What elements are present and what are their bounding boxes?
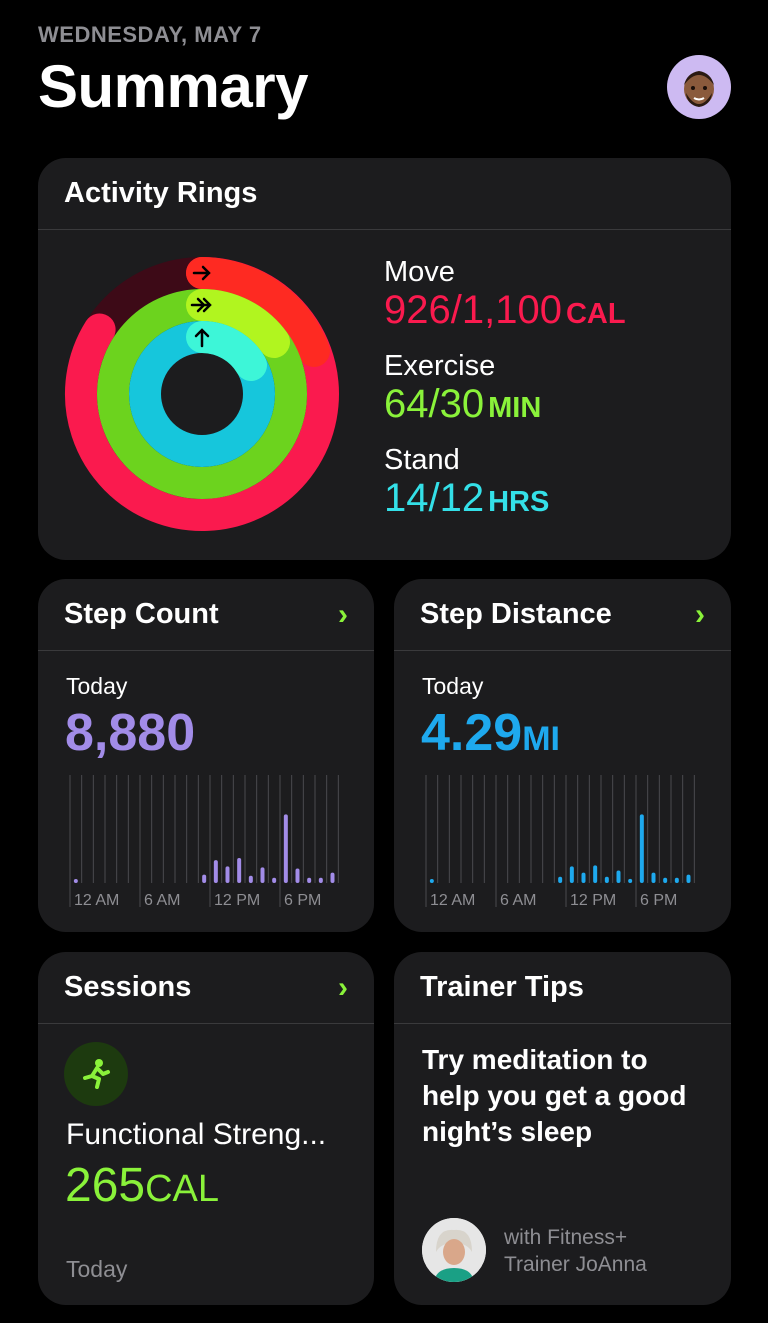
activity-rings-header: Activity Rings — [38, 158, 731, 230]
avatar[interactable] — [667, 55, 731, 119]
step-count-tick-label: 6 AM — [144, 892, 180, 909]
step-distance-bar — [639, 814, 644, 883]
step-count-bar — [318, 877, 323, 883]
step-distance-bar — [663, 877, 668, 883]
activity-rings-graphic — [65, 257, 339, 531]
step-distance-bar — [429, 879, 434, 883]
stand-stat: Stand 14/12 HRS — [384, 444, 626, 524]
step-distance-period: Today — [422, 673, 484, 699]
sessions-card[interactable]: Sessions › Functional Streng... 265CAL T… — [38, 952, 374, 1305]
step-distance-bar — [628, 878, 633, 883]
session-date: Today — [66, 1256, 128, 1282]
step-count-value: 8,880 — [65, 704, 196, 762]
step-distance-unit: MI — [522, 720, 560, 758]
step-count-tick-label: 12 AM — [74, 892, 119, 909]
step-count-period: Today — [66, 673, 128, 699]
step-count-bar — [248, 875, 253, 883]
step-count-bar — [283, 814, 288, 883]
chevron-right-icon[interactable]: › — [338, 971, 348, 1005]
move-unit: CAL — [565, 298, 626, 330]
step-count-bar — [73, 879, 78, 883]
session-workout-name: Functional Streng... — [66, 1118, 327, 1151]
step-count-bar — [307, 877, 312, 883]
move-stat: Move 926/1,100 CAL — [384, 256, 626, 336]
stand-label: Stand — [384, 444, 460, 476]
functional-strength-icon — [64, 1042, 128, 1106]
step-distance-bar — [616, 870, 621, 883]
step-count-bar — [225, 866, 230, 883]
session-calories: 265 — [65, 1159, 146, 1212]
exercise-stat: Exercise 64/30 MIN — [384, 350, 626, 430]
step-distance-bar — [686, 874, 691, 883]
step-count-title: Step Count — [64, 598, 219, 630]
trainer-credit: with Fitness+ Trainer JoAnna — [504, 1224, 647, 1278]
step-distance-title: Step Distance — [420, 598, 612, 630]
step-count-bar — [295, 868, 300, 883]
step-distance-tick-label: 12 AM — [430, 892, 475, 909]
step-distance-bar — [593, 865, 598, 883]
step-count-bar — [330, 872, 335, 883]
step-distance-chart: 12 AM 6 AM 12 PM 6 PM — [425, 775, 695, 909]
stand-unit: HRS — [488, 486, 550, 518]
step-distance-bar — [674, 877, 679, 883]
step-distance-bar — [581, 872, 586, 883]
step-count-bar — [202, 874, 207, 883]
exercise-value: 64/30 — [384, 382, 485, 426]
exercise-unit: MIN — [488, 392, 542, 424]
date-label: WEDNESDAY, MAY 7 — [38, 22, 262, 47]
step-distance-tick-label: 6 AM — [500, 892, 536, 909]
step-distance-bar — [558, 876, 563, 883]
trainer-line-2: Trainer JoAnna — [504, 1253, 647, 1276]
chevron-right-icon[interactable]: › — [695, 598, 705, 632]
step-count-bar — [260, 867, 265, 883]
trainer-tips-card[interactable]: Trainer Tips Try meditation to help you … — [394, 952, 731, 1305]
step-count-chart: 12 AM 6 AM 12 PM 6 PM — [69, 775, 339, 909]
step-count-card[interactable]: Step Count › Today 8,880 12 AM 6 AM 12 PM 6… — [38, 579, 374, 932]
page-title: Summary — [38, 53, 308, 120]
activity-rings-card[interactable]: Activity Rings Move 926/1,100 CAL Exercis… — [38, 158, 731, 560]
stand-value: 14/12 — [384, 476, 485, 520]
trainer-tips-header: Trainer Tips — [394, 952, 731, 1024]
step-count-tick-label: 6 PM — [284, 892, 321, 909]
move-value: 926/1,100 — [384, 288, 562, 332]
step-distance-bar — [569, 866, 574, 883]
memoji-avatar-icon — [684, 71, 714, 107]
step-count-header: Step Count › — [38, 579, 374, 651]
ring-stats: Move 926/1,100 CAL Exercise 64/30 MIN Stan… — [384, 256, 626, 538]
trainer-portrait-icon — [422, 1218, 486, 1282]
trainer-avatar — [422, 1218, 486, 1282]
sessions-header: Sessions › — [38, 952, 374, 1024]
trainer-line-1: with Fitness+ — [504, 1226, 628, 1249]
step-distance-tick-label: 12 PM — [570, 892, 616, 909]
trainer-tip-text: Try meditation to help you get a good ni… — [422, 1044, 687, 1147]
activity-rings-title: Activity Rings — [64, 177, 258, 209]
step-count-bar — [213, 860, 218, 883]
step-count-tick-label: 12 PM — [214, 892, 260, 909]
chevron-right-icon[interactable]: › — [338, 598, 348, 632]
step-distance-tick-label: 6 PM — [640, 892, 677, 909]
exercise-label: Exercise — [384, 350, 496, 382]
step-distance-value: 4.29 — [421, 704, 523, 762]
move-label: Move — [384, 256, 455, 288]
step-distance-bar — [604, 876, 609, 883]
trainer-tips-title: Trainer Tips — [420, 971, 584, 1003]
session-calories-unit: CAL — [145, 1168, 220, 1210]
sessions-title: Sessions — [64, 971, 192, 1003]
step-count-bar — [237, 858, 242, 883]
step-distance-bar — [651, 872, 656, 883]
step-count-bar — [272, 877, 277, 883]
step-distance-card[interactable]: Step Distance › Today 4.29MI 12 AM 6 AM 12… — [394, 579, 731, 932]
step-distance-header: Step Distance › — [394, 579, 731, 651]
